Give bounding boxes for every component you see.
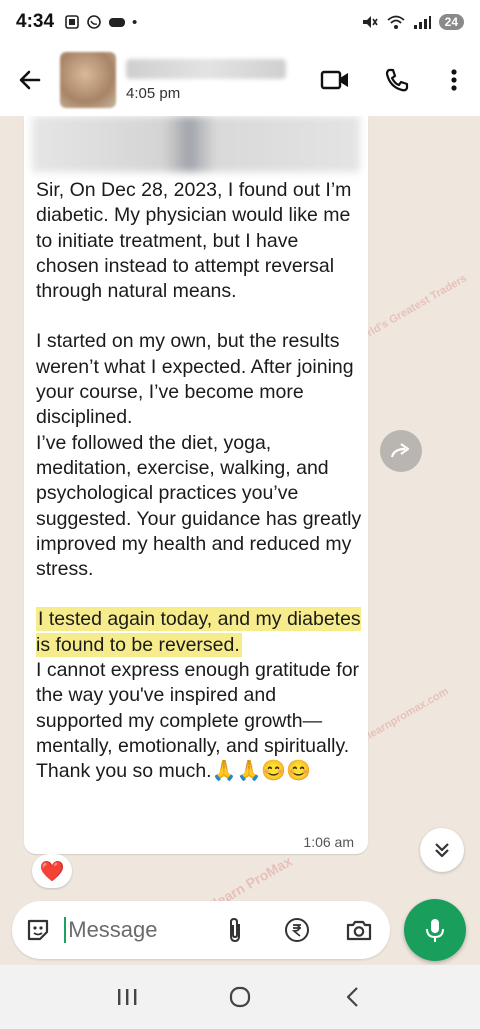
scroll-to-bottom-button[interactable] xyxy=(420,828,464,872)
message-paragraph: I started on my own, but the results wer… xyxy=(36,330,354,429)
message-text: Sir, On Dec 28, 2023, I found out I’m di… xyxy=(36,178,362,785)
double-chevron-down-icon xyxy=(435,843,449,858)
forward-icon xyxy=(390,443,410,458)
notification-icons: • xyxy=(64,14,137,31)
composer xyxy=(0,893,480,965)
back-chevron-icon xyxy=(347,987,359,1007)
more-vert-icon xyxy=(451,69,457,91)
back-arrow-icon xyxy=(19,70,41,90)
header-actions xyxy=(304,44,480,116)
recent-apps-icon xyxy=(117,989,137,1005)
contact-name-redacted xyxy=(126,58,286,79)
message-time: 1:06 am xyxy=(303,834,354,850)
mic-icon xyxy=(426,919,444,942)
contact-avatar[interactable] xyxy=(60,52,116,108)
blurred-image-preview xyxy=(32,116,360,172)
chat-header: 4:05 pm xyxy=(0,44,480,116)
dot-icon: • xyxy=(132,13,138,31)
chat-area[interactable]: Elearn ProMax Creating World's Greatest … xyxy=(0,116,480,965)
camera-button[interactable] xyxy=(328,901,390,959)
highlighted-text: I tested again today, and my diabetes is… xyxy=(36,607,361,657)
camera-icon xyxy=(346,920,372,941)
rupee-icon xyxy=(285,918,310,942)
system-status-icons: 24 xyxy=(361,14,464,30)
message-paragraph: I cannot express enough gratitude for th… xyxy=(36,659,360,757)
composer-pill xyxy=(12,901,390,959)
message-input[interactable] xyxy=(64,917,205,943)
mute-icon xyxy=(362,16,378,28)
thanks-text: Thank you so much. xyxy=(36,760,212,783)
screenshot-notification-icon xyxy=(65,15,79,29)
paperclip-icon xyxy=(230,917,241,943)
system-navigation-bar xyxy=(0,965,480,1029)
back-button[interactable] xyxy=(0,44,60,116)
recent-apps-button[interactable] xyxy=(97,965,157,1029)
video-call-button[interactable] xyxy=(304,44,366,116)
more-options-button[interactable] xyxy=(428,44,480,116)
status-bar: 4:34 • 24 xyxy=(0,0,480,44)
thanks-emojis: 🙏🙏😊😊 xyxy=(211,760,312,783)
message-paragraph: I’ve followed the diet, yoga, meditation… xyxy=(36,431,362,581)
game-notification-icon xyxy=(109,18,126,27)
message-thanks: Thank you so much.🙏🙏😊😊 xyxy=(36,759,362,784)
heart-reaction[interactable]: ❤️ xyxy=(32,854,72,888)
last-seen: 4:05 pm xyxy=(126,84,181,102)
battery-indicator: 24 xyxy=(438,14,464,30)
home-icon xyxy=(229,986,251,1008)
message-paragraph: Sir, On Dec 28, 2023, I found out I’m di… xyxy=(36,179,352,303)
forward-button[interactable] xyxy=(380,430,422,472)
wifi-icon xyxy=(387,15,405,29)
contact-info[interactable]: 4:05 pm xyxy=(126,58,286,102)
signal-icon xyxy=(413,16,431,29)
attach-button[interactable] xyxy=(204,901,266,959)
payment-button[interactable] xyxy=(266,901,328,959)
sticker-button[interactable] xyxy=(12,901,64,959)
back-nav-button[interactable] xyxy=(323,965,383,1029)
video-call-icon xyxy=(320,70,348,90)
status-time: 4:34 xyxy=(16,11,55,32)
voice-call-button[interactable] xyxy=(366,44,428,116)
phone-call-icon xyxy=(385,68,409,92)
message-bubble[interactable]: Sir, On Dec 28, 2023, I found out I’m di… xyxy=(24,116,368,854)
home-button[interactable] xyxy=(210,965,270,1029)
heart-icon: ❤️ xyxy=(39,860,65,883)
whatsapp-notification-icon xyxy=(87,15,101,29)
voice-message-button[interactable] xyxy=(404,899,466,961)
sticker-icon xyxy=(28,919,49,941)
